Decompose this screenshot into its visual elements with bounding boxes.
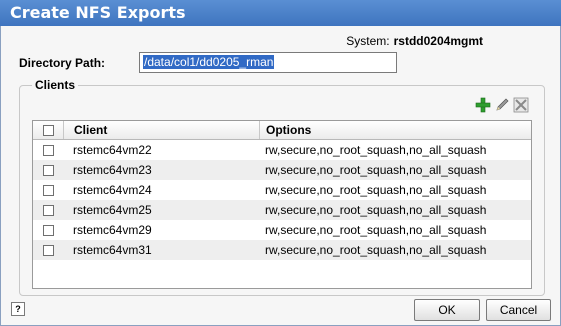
options-cell: rw,secure,no_root_squash,no_all_squash	[265, 163, 487, 177]
table-row[interactable]: rstemc64vm23 rw,secure,no_root_squash,no…	[33, 160, 531, 180]
system-info: System: rstdd0204mgmt	[346, 34, 483, 48]
help-button[interactable]: ?	[11, 302, 25, 316]
row-checkbox[interactable]	[42, 144, 54, 156]
clients-legend: Clients	[32, 78, 79, 92]
options-cell: rw,secure,no_root_squash,no_all_squash	[265, 143, 487, 157]
client-cell: rstemc64vm25	[73, 203, 152, 217]
clients-toolbar	[474, 96, 529, 113]
ok-button[interactable]: OK	[414, 299, 480, 321]
table-row[interactable]: rstemc64vm25 rw,secure,no_root_squash,no…	[33, 200, 531, 220]
client-cell: rstemc64vm22	[73, 143, 152, 157]
column-header-options[interactable]: Options	[259, 121, 531, 139]
table-row[interactable]: rstemc64vm24 rw,secure,no_root_squash,no…	[33, 180, 531, 200]
options-cell: rw,secure,no_root_squash,no_all_squash	[265, 183, 487, 197]
pencil-icon[interactable]	[493, 96, 510, 113]
client-cell: rstemc64vm24	[73, 183, 152, 197]
directory-path-value: /data/col1/dd0205_rman	[143, 55, 275, 69]
table-row[interactable]: rstemc64vm29 rw,secure,no_root_squash,no…	[33, 220, 531, 240]
clients-table: Client Options rstemc64vm22 rw,secure,no…	[32, 120, 532, 289]
client-cell: rstemc64vm23	[73, 163, 152, 177]
dialog-title: Create NFS Exports	[0, 0, 561, 26]
row-checkbox[interactable]	[42, 244, 54, 256]
options-cell: rw,secure,no_root_squash,no_all_squash	[265, 203, 487, 217]
directory-path-input[interactable]: /data/col1/dd0205_rman	[139, 52, 397, 73]
table-body: rstemc64vm22 rw,secure,no_root_squash,no…	[33, 140, 531, 260]
cancel-button[interactable]: Cancel	[486, 299, 551, 321]
dialog-body: System: rstdd0204mgmt Directory Path: /da…	[0, 26, 561, 326]
client-cell: rstemc64vm31	[73, 243, 152, 257]
select-all-checkbox[interactable]	[42, 124, 54, 136]
row-checkbox[interactable]	[42, 184, 54, 196]
row-checkbox[interactable]	[42, 164, 54, 176]
system-label: System:	[346, 34, 390, 48]
table-row[interactable]: rstemc64vm22 rw,secure,no_root_squash,no…	[33, 140, 531, 160]
client-cell: rstemc64vm29	[73, 223, 152, 237]
clients-group: Clients Client Options rstemc64vm22 rw,s…	[19, 78, 545, 296]
options-cell: rw,secure,no_root_squash,no_all_squash	[265, 243, 487, 257]
plus-icon[interactable]	[474, 96, 491, 113]
column-header-client[interactable]: Client	[63, 121, 259, 139]
row-checkbox[interactable]	[42, 204, 54, 216]
system-value: rstdd0204mgmt	[393, 34, 483, 48]
row-checkbox[interactable]	[42, 224, 54, 236]
delete-icon[interactable]	[512, 96, 529, 113]
directory-path-label: Directory Path:	[19, 56, 106, 70]
options-cell: rw,secure,no_root_squash,no_all_squash	[265, 223, 487, 237]
table-row[interactable]: rstemc64vm31 rw,secure,no_root_squash,no…	[33, 240, 531, 260]
table-header: Client Options	[33, 121, 531, 140]
